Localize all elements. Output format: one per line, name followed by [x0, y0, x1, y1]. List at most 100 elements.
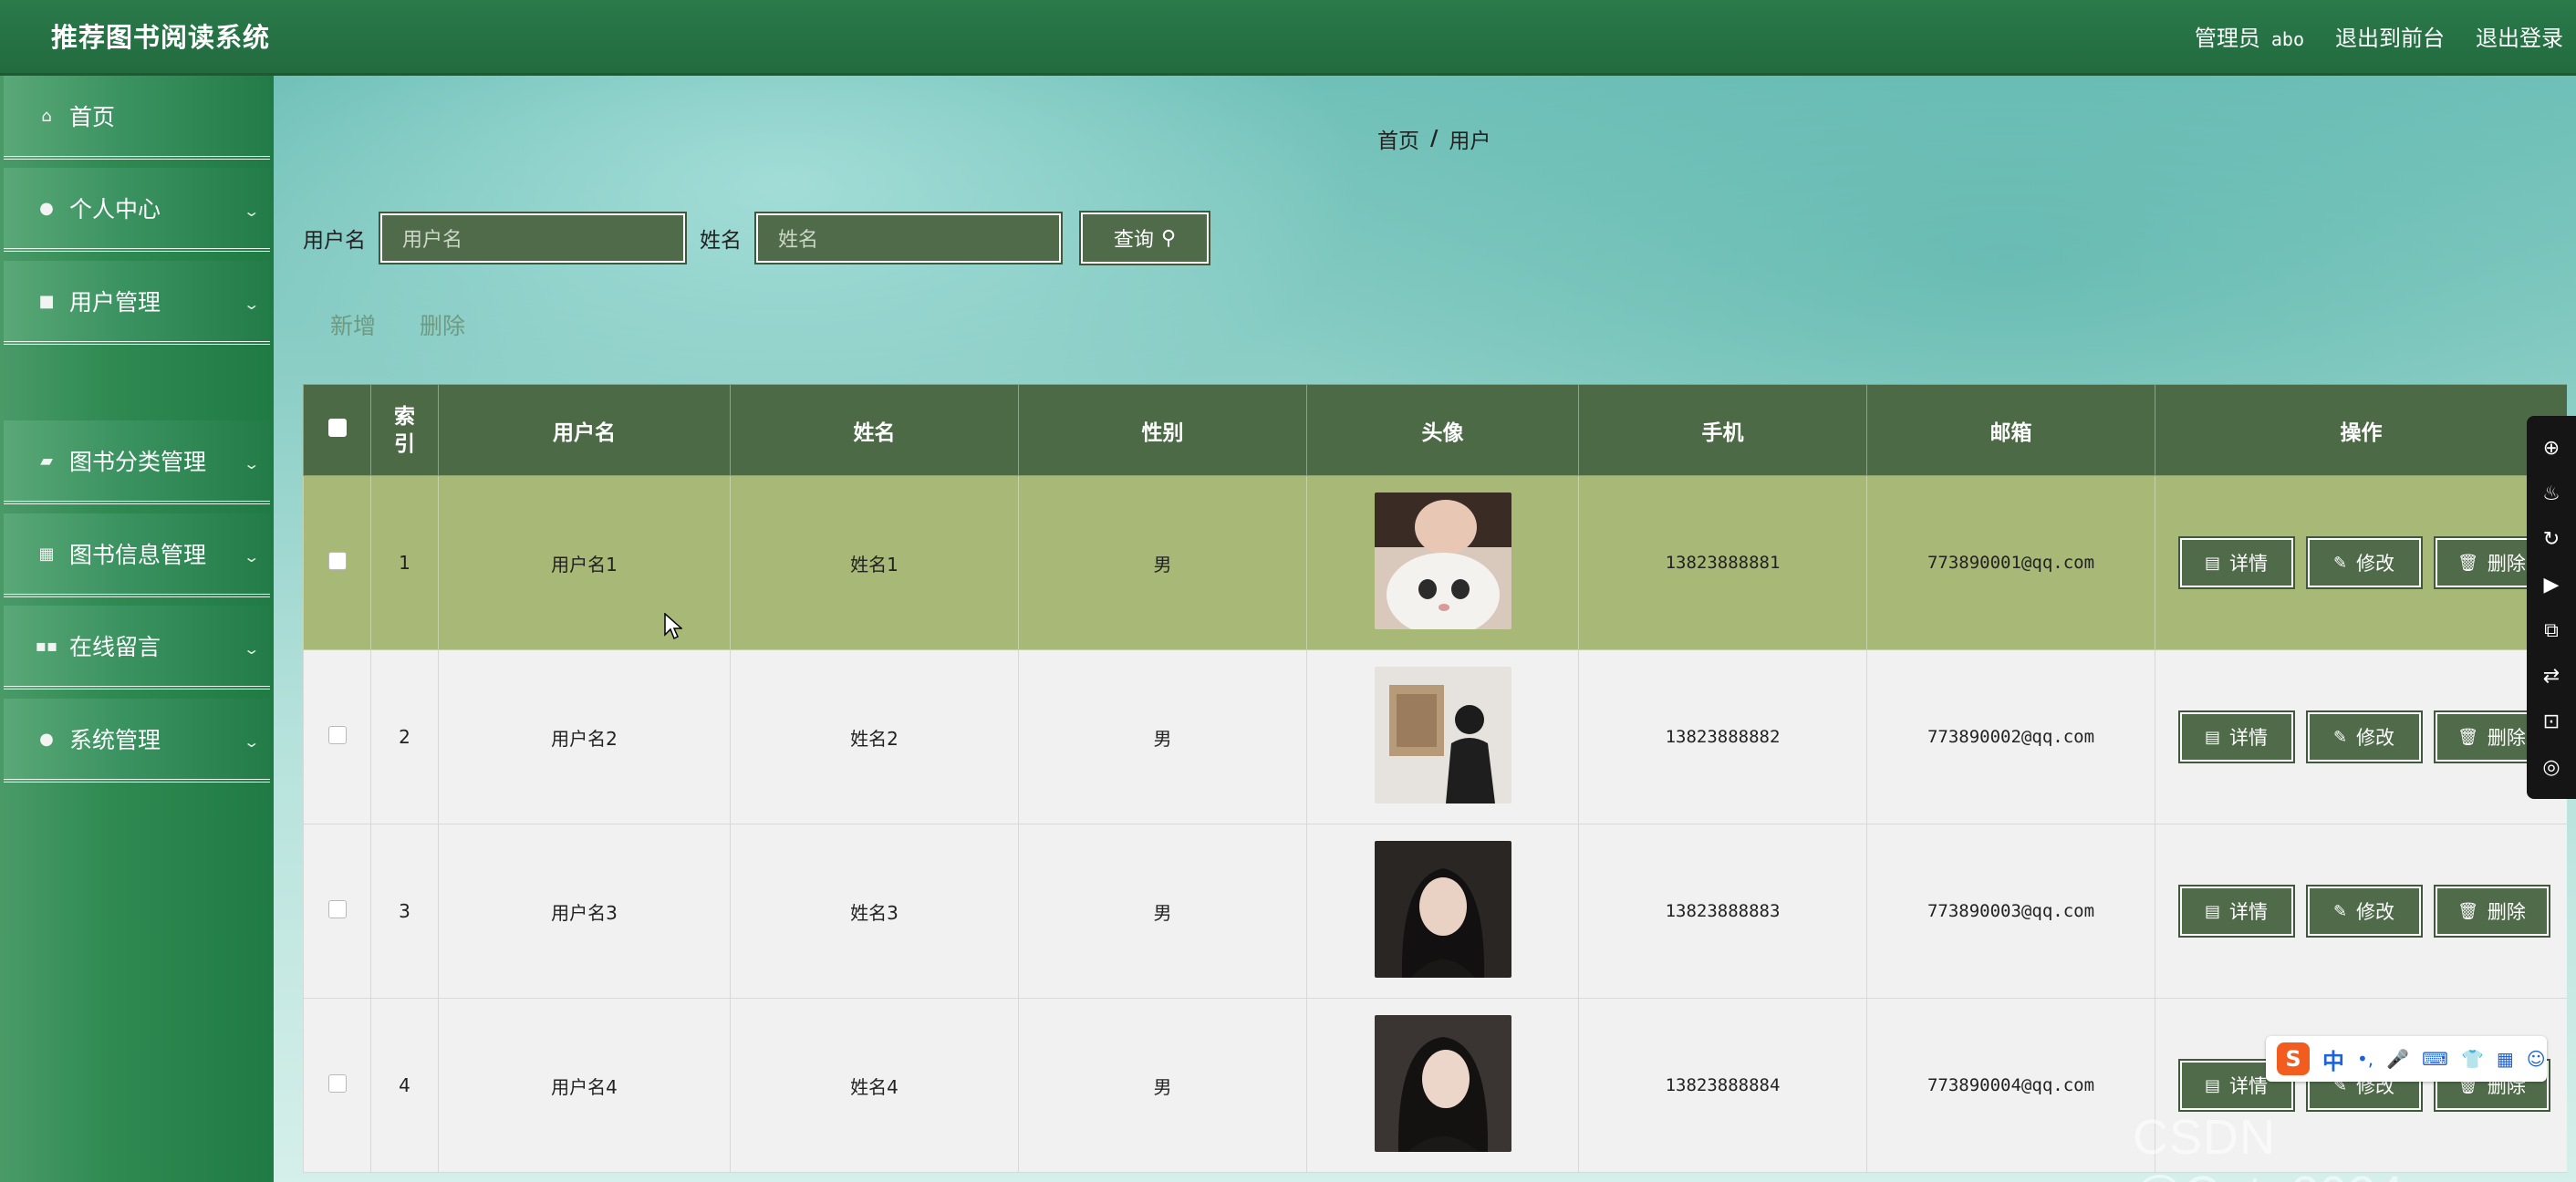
home-icon: ⌂: [41, 106, 52, 126]
chevron-down-icon: ⌄: [242, 640, 260, 658]
select-all-checkbox[interactable]: [327, 418, 347, 437]
camera-icon[interactable]: ◎: [2542, 756, 2560, 779]
sidebar-item-label: 图书分类管理: [69, 449, 207, 475]
ime-toolbar: S 中 •, 🎤 ⌨ 👕 ▦ ☺: [2266, 1036, 2547, 1082]
floating-toolbar: ⊕ ♨ ↻ ▶ ⧉ ⇄ ⊡ ◎: [2527, 416, 2576, 799]
delete-label: 删除: [2487, 901, 2526, 923]
breadcrumb-separator: /: [1430, 127, 1439, 150]
video-icon[interactable]: ▶: [2544, 574, 2560, 596]
refresh-icon[interactable]: ↻: [2543, 528, 2560, 551]
row-checkbox-cell: [303, 824, 371, 999]
cell-name: 姓名2: [730, 649, 1019, 824]
header-email: 邮箱: [1866, 384, 2155, 476]
cell-name: 姓名3: [730, 824, 1019, 999]
delete-button[interactable]: 🗑 删除: [2433, 885, 2550, 938]
top-header: 推荐图书阅读系统 管理员 abo 退出到前台 退出登录: [0, 0, 2576, 76]
table-row[interactable]: 1 用户名1 姓名1 男 13823888881 773890001@qq.co…: [303, 475, 2567, 650]
cell-index: 1: [370, 475, 439, 650]
sidebar-item-home[interactable]: ⌂ 首页: [4, 76, 270, 160]
name-input[interactable]: 姓名: [754, 212, 1063, 264]
edit-button[interactable]: ✎ 修改: [2305, 710, 2423, 763]
row-checkbox[interactable]: [327, 899, 347, 918]
avatar: [1374, 492, 1511, 629]
breadcrumb: 首页 / 用户: [1377, 123, 1491, 154]
batch-delete-button[interactable]: 删除: [420, 308, 465, 341]
cell-name: 姓名4: [730, 998, 1019, 1173]
capture-icon[interactable]: ⊡: [2543, 710, 2560, 733]
admin-info: 管理员 abo: [2195, 20, 2304, 52]
keyboard-icon[interactable]: ⌨: [2422, 1048, 2448, 1070]
cell-gender: 男: [1018, 998, 1307, 1173]
sidebar-item-online-message[interactable]: ▪▪ 在线留言 ⌄: [4, 606, 270, 690]
sogou-logo-icon[interactable]: S: [2277, 1042, 2310, 1075]
detail-button[interactable]: ▤ 详情: [2177, 710, 2295, 763]
pencil-icon: ✎: [2332, 553, 2348, 573]
trash-icon: 🗑: [2457, 553, 2478, 573]
sidebar-item-label: 系统管理: [69, 727, 161, 753]
header-gender: 性别: [1018, 384, 1307, 476]
delete-label: 删除: [2487, 553, 2526, 575]
grid-icon: ▦: [38, 544, 55, 564]
microphone-icon[interactable]: 🎤: [2386, 1048, 2409, 1070]
cell-ops: ▤ 详情 ✎ 修改 🗑 删除: [2155, 649, 2567, 824]
grid-apps-icon[interactable]: ▦: [2497, 1048, 2514, 1070]
row-checkbox[interactable]: [327, 551, 347, 570]
cell-username: 用户名2: [438, 649, 731, 824]
cell-email: 773890004@qq.com: [1866, 998, 2155, 1173]
edit-button[interactable]: ✎ 修改: [2305, 536, 2423, 589]
table-row[interactable]: 3 用户名3 姓名3 男 13823888883 773890003@qq.co…: [303, 824, 2567, 999]
edit-label: 修改: [2356, 553, 2395, 575]
ime-mode[interactable]: 中: [2322, 1043, 2344, 1075]
row-checkbox[interactable]: [327, 1073, 347, 1093]
sidebar-item-book-info[interactable]: ▦ 图书信息管理 ⌄: [4, 513, 270, 597]
cell-username: 用户名1: [438, 475, 731, 650]
admin-label: 管理员: [2194, 26, 2260, 51]
logout-link[interactable]: 退出登录: [2476, 20, 2563, 52]
sidebar-item-user-management[interactable]: ■ 用户管理 ⌄: [4, 261, 270, 345]
row-checkbox-cell: [303, 475, 371, 650]
detail-button[interactable]: ▤ 详情: [2177, 536, 2295, 589]
fire-icon[interactable]: ♨: [2542, 482, 2560, 505]
avatar-icon[interactable]: ☺: [2527, 1048, 2546, 1070]
detail-label: 详情: [2229, 901, 2268, 923]
sidebar-item-label: 图书信息管理: [69, 542, 207, 568]
sidebar-item-system-management[interactable]: ● 系统管理 ⌄: [4, 699, 270, 783]
username-label: 用户名: [303, 229, 366, 253]
swap-icon[interactable]: ⇄: [2543, 665, 2560, 688]
sidebar-item-book-category[interactable]: ▰ 图书分类管理 ⌄: [4, 420, 270, 504]
username-input[interactable]: 用户名: [379, 212, 687, 264]
table-row[interactable]: 2 用户名2 姓名2 男 13823888882 773890002@qq.co…: [303, 649, 2567, 824]
app-title: 推荐图书阅读系统: [51, 22, 271, 53]
edit-button[interactable]: ✎ 修改: [2305, 885, 2423, 938]
zoom-icon[interactable]: ⊕: [2543, 437, 2560, 460]
document-icon: ▤: [2204, 901, 2220, 921]
screen-record-icon[interactable]: ⧉: [2544, 619, 2559, 642]
query-button[interactable]: 查询 ⚲: [1079, 211, 1210, 265]
header-ops: 操作: [2155, 384, 2567, 476]
sidebar: ⌂ 首页 ● 个人中心 ⌄ ■ 用户管理 ⌄ 用户 ▰ 图书分类管理 ⌄ ▦ 图…: [0, 76, 274, 1182]
select-all-cell: [303, 384, 371, 476]
row-checkbox[interactable]: [327, 725, 347, 744]
add-button[interactable]: 新增: [330, 308, 376, 341]
sidebar-item-label: 首页: [69, 104, 116, 130]
apps-icon: ▪▪: [35, 636, 58, 656]
header-index: 索引: [370, 384, 439, 476]
punctuation-icon[interactable]: •,: [2357, 1048, 2373, 1070]
top-links: 管理员 abo 退出到前台 退出登录: [2195, 20, 2563, 52]
sidebar-item-label: 个人中心: [69, 196, 161, 223]
cell-phone: 13823888884: [1578, 998, 1867, 1173]
detail-button[interactable]: ▤ 详情: [2177, 885, 2295, 938]
breadcrumb-home[interactable]: 首页: [1377, 123, 1419, 154]
cell-gender: 男: [1018, 649, 1307, 824]
cell-name: 姓名1: [730, 475, 1019, 650]
detail-label: 详情: [2229, 727, 2268, 749]
sidebar-item-personal-center[interactable]: ● 个人中心 ⌄: [4, 168, 270, 252]
edit-label: 修改: [2356, 901, 2395, 923]
cell-ops: ▤ 详情 ✎ 修改 🗑 删除: [2155, 824, 2567, 999]
trash-icon: 🗑: [2457, 901, 2478, 921]
chevron-down-icon: ⌄: [242, 202, 260, 220]
cell-email: 773890003@qq.com: [1866, 824, 2155, 999]
exit-to-front-link[interactable]: 退出到前台: [2335, 20, 2445, 52]
skin-icon[interactable]: 👕: [2461, 1048, 2484, 1070]
cell-avatar: [1306, 824, 1579, 999]
